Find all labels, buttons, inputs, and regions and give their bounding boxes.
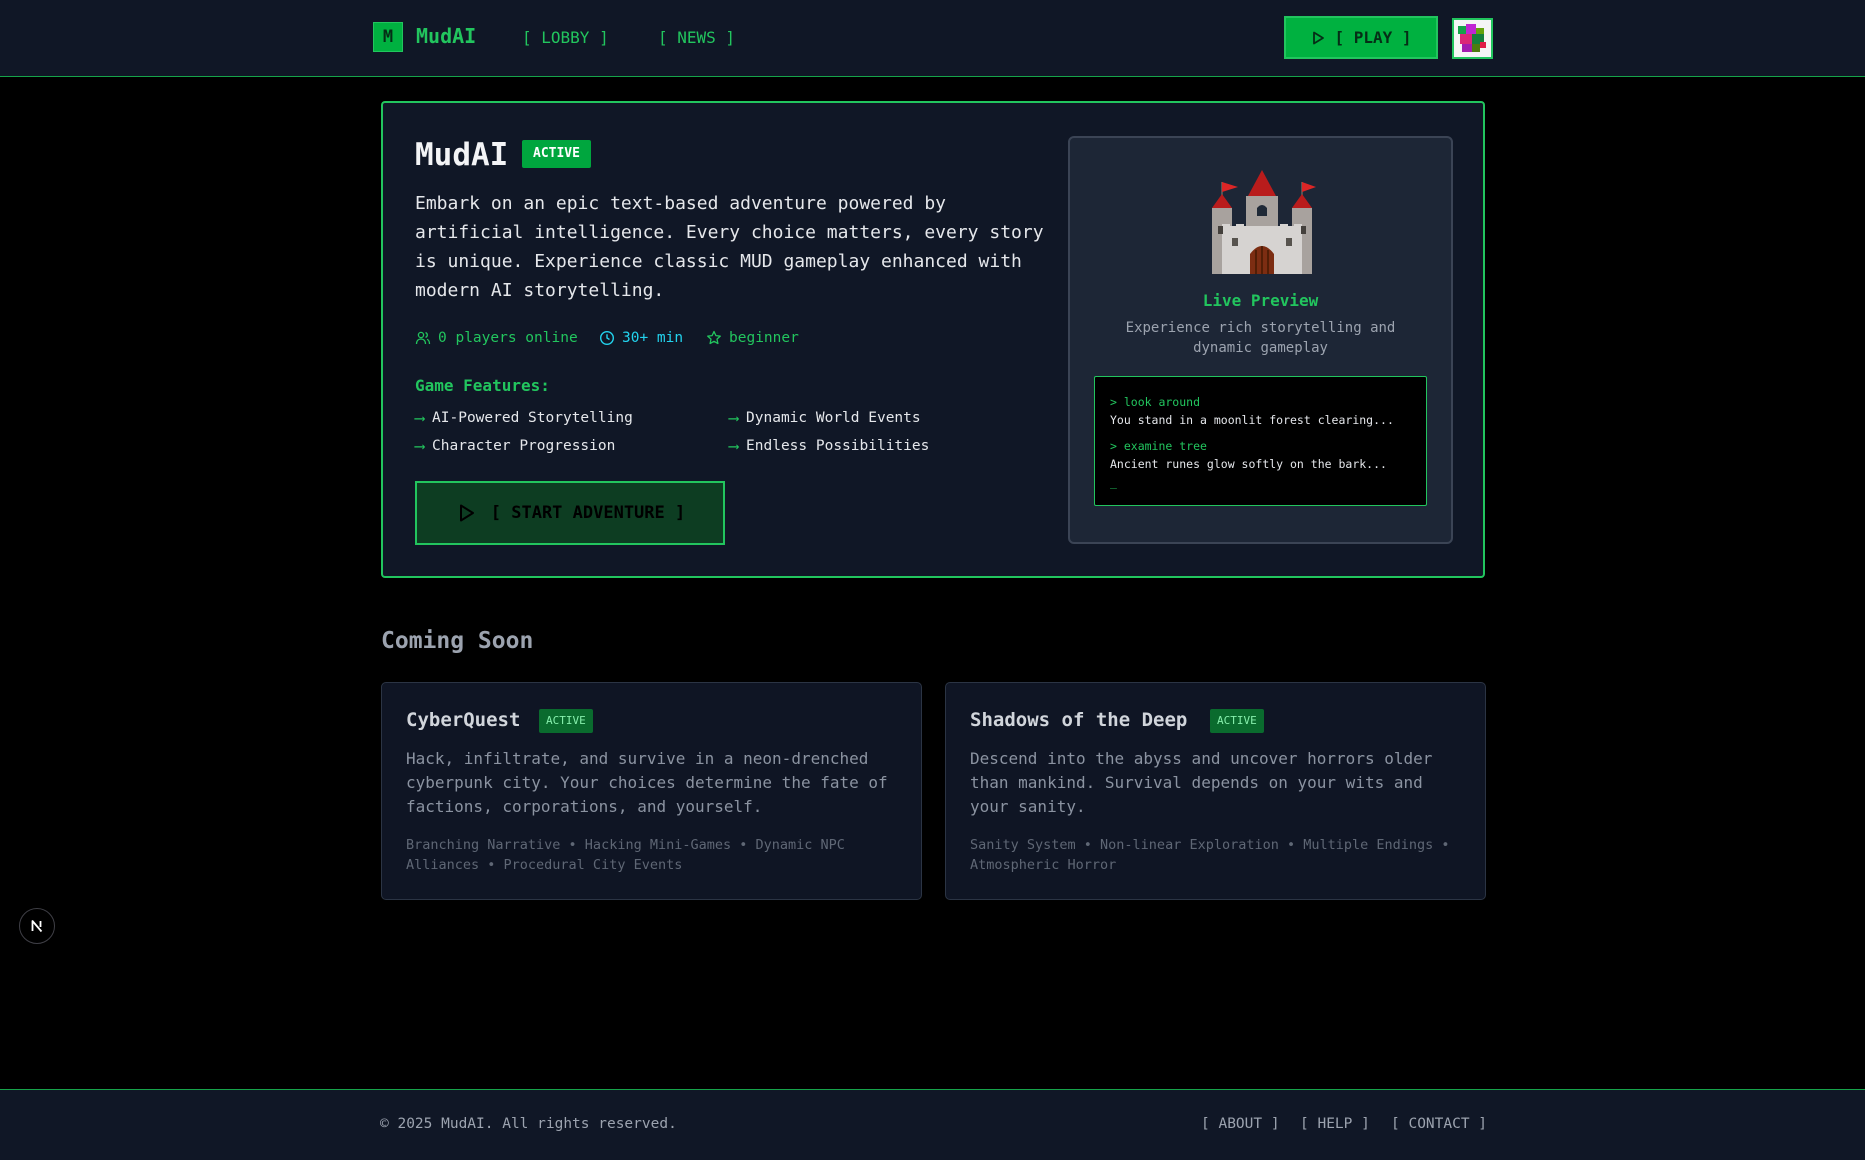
- game-card-shadows-of-the-deep[interactable]: Shadows of the Deep ACTIVE Descend into …: [945, 682, 1486, 900]
- clock-icon: [599, 330, 615, 346]
- featured-game-card: MudAI ACTIVE Embark on an epic text-base…: [381, 101, 1485, 578]
- top-navbar: M MudAI [ LOBBY ] [ NEWS ] [ PLAY ]: [0, 0, 1865, 77]
- status-badge: ACTIVE: [539, 709, 593, 733]
- play-button-label: [ PLAY ]: [1334, 28, 1412, 47]
- feature-label: AI-Powered Storytelling: [432, 410, 633, 426]
- footer-help-link[interactable]: [ HELP ]: [1300, 1116, 1370, 1132]
- nav-news-link[interactable]: [ NEWS ]: [658, 28, 735, 47]
- terminal-cursor: _: [1110, 475, 1117, 489]
- feature-label: Character Progression: [432, 438, 616, 454]
- game-card-title: Shadows of the Deep: [970, 709, 1188, 731]
- live-preview-panel: Live Preview Experience rich storytellin…: [1068, 136, 1453, 544]
- footer-contact-link[interactable]: [ CONTACT ]: [1391, 1116, 1487, 1132]
- nextjs-icon: [31, 920, 43, 933]
- logo-text[interactable]: MudAI: [416, 24, 476, 48]
- footer: © 2025 MudAI. All rights reserved. [ ABO…: [0, 1089, 1865, 1160]
- difficulty-text: beginner: [729, 330, 799, 346]
- arrow-right-icon: ⟶: [729, 437, 739, 455]
- game-card-tags: Sanity System • Non-linear Exploration •…: [970, 837, 1450, 873]
- duration-stat: 30+ min: [599, 330, 683, 346]
- castle-icon: [1212, 170, 1316, 274]
- terminal-preview: > look around You stand in a moonlit for…: [1094, 376, 1427, 506]
- players-online-stat: 0 players online: [415, 330, 578, 346]
- featured-game-description: Embark on an epic text-based adventure p…: [415, 193, 1044, 301]
- play-button[interactable]: [ PLAY ]: [1284, 16, 1438, 59]
- start-adventure-button[interactable]: [ START ADVENTURE ]: [415, 481, 725, 545]
- avatar-image-icon: [1454, 20, 1491, 57]
- logo-icon[interactable]: M: [373, 22, 403, 52]
- difficulty-stat: beginner: [706, 330, 799, 346]
- features-heading: Game Features:: [415, 376, 550, 395]
- terminal-output: You stand in a moonlit forest clearing..…: [1110, 413, 1394, 427]
- players-online-text: 0 players online: [438, 330, 578, 346]
- feature-item: ⟶ Dynamic World Events: [729, 409, 921, 427]
- status-badge: ACTIVE: [522, 140, 591, 168]
- coming-soon-heading: Coming Soon: [381, 628, 534, 654]
- play-icon: [459, 504, 474, 522]
- feature-item: ⟶ AI-Powered Storytelling: [415, 409, 633, 427]
- featured-game-title: MudAI: [415, 137, 509, 173]
- start-adventure-label: [ START ADVENTURE ]: [490, 503, 686, 523]
- terminal-command: > look around: [1110, 395, 1201, 409]
- game-card-cyberquest[interactable]: CyberQuest ACTIVE Hack, infiltrate, and …: [381, 682, 922, 900]
- feature-item: ⟶ Character Progression: [415, 437, 615, 455]
- nextjs-indicator[interactable]: [19, 908, 55, 944]
- arrow-right-icon: ⟶: [415, 437, 425, 455]
- status-badge: ACTIVE: [1210, 709, 1264, 733]
- game-card-tags: Branching Narrative • Hacking Mini-Games…: [406, 837, 845, 873]
- arrow-right-icon: ⟶: [415, 409, 425, 427]
- footer-about-link[interactable]: [ ABOUT ]: [1201, 1116, 1280, 1132]
- terminal-output: Ancient runes glow softly on the bark...: [1110, 457, 1387, 471]
- terminal-command: > examine tree: [1110, 439, 1207, 453]
- game-card-description: Descend into the abyss and uncover horro…: [970, 749, 1433, 816]
- duration-text: 30+ min: [622, 330, 684, 346]
- nav-lobby-link[interactable]: [ LOBBY ]: [522, 28, 609, 47]
- live-preview-subtitle: Experience rich storytelling and dynamic…: [1125, 320, 1396, 356]
- play-icon: [1313, 31, 1325, 44]
- game-card-description: Hack, infiltrate, and survive in a neon-…: [406, 749, 888, 816]
- live-preview-title: Live Preview: [1202, 291, 1319, 310]
- users-icon: [415, 331, 431, 345]
- game-card-title: CyberQuest: [406, 709, 521, 731]
- feature-label: Dynamic World Events: [746, 410, 921, 426]
- feature-label: Endless Possibilities: [746, 438, 930, 454]
- star-icon: [707, 330, 721, 345]
- avatar[interactable]: [1452, 18, 1493, 59]
- feature-item: ⟶ Endless Possibilities: [729, 437, 929, 455]
- copyright-text: © 2025 MudAI. All rights reserved.: [380, 1116, 677, 1132]
- arrow-right-icon: ⟶: [729, 409, 739, 427]
